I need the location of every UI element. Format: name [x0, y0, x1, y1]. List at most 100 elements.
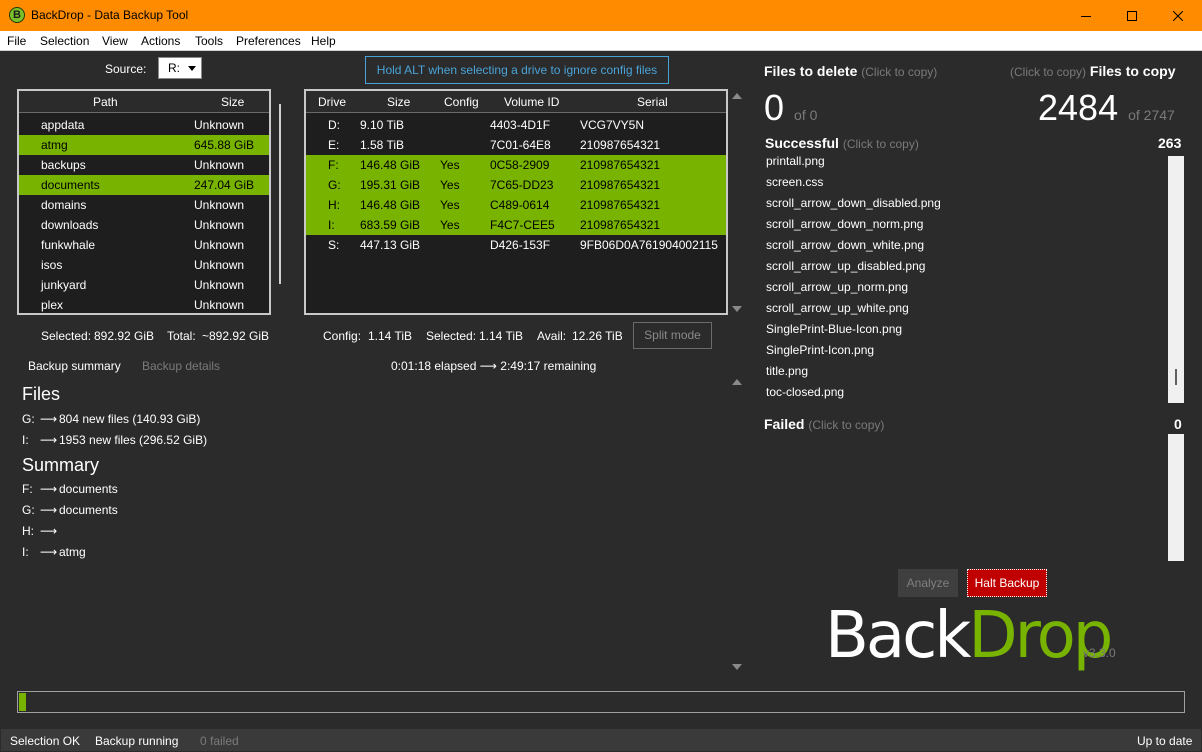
path-row[interactable]: atmg 645.88 GiB: [19, 135, 269, 155]
drive-row[interactable]: D: 9.10 TiB 4403-4D1F VCG7VY5N: [306, 115, 726, 135]
drive-serial-cell: 210987654321: [580, 158, 661, 172]
successful-scrollbar[interactable]: [1168, 156, 1184, 403]
path-row[interactable]: downloads Unknown: [19, 215, 269, 235]
drive-drive-cell: F:: [328, 158, 339, 172]
path-row[interactable]: appdata Unknown: [19, 115, 269, 135]
path-row[interactable]: plex Unknown: [19, 295, 269, 313]
menu-help[interactable]: Help: [311, 34, 336, 48]
tab-backup-details[interactable]: Backup details: [142, 359, 220, 373]
source-dropdown[interactable]: R:: [158, 57, 202, 79]
window-title: BackDrop - Data Backup Tool: [31, 8, 189, 22]
column-header-path[interactable]: Path: [93, 95, 118, 109]
summary-line-text: atmg: [59, 545, 86, 559]
source-label: Source:: [105, 62, 147, 76]
drive-size-cell: 146.48 GiB: [360, 158, 421, 172]
successful-file-item[interactable]: screen.css: [766, 175, 823, 189]
summary-scroll-up-icon[interactable]: [732, 379, 742, 385]
successful-file-item[interactable]: scroll_arrow_up_norm.png: [766, 280, 908, 294]
size-cell: Unknown: [194, 238, 245, 252]
title-bar: B BackDrop - Data Backup Tool: [0, 0, 1202, 31]
backdrop-logo: BackDrop: [825, 599, 1113, 673]
drive-row[interactable]: E: 1.58 TiB 7C01-64E8 210987654321: [306, 135, 726, 155]
path-cell: appdata: [41, 118, 85, 132]
size-cell: Unknown: [194, 298, 245, 312]
column-header-serial[interactable]: Serial: [637, 95, 668, 109]
scroll-up-icon[interactable]: [732, 93, 742, 99]
successful-file-item[interactable]: printall.png: [766, 154, 825, 168]
size-cell: 247.04 GiB: [194, 178, 255, 192]
path-row[interactable]: isos Unknown: [19, 255, 269, 275]
menu-preferences[interactable]: Preferences: [236, 34, 301, 48]
failed-title[interactable]: Failed (Click to copy): [764, 416, 884, 432]
successful-file-item[interactable]: SinglePrint-Blue-Icon.png: [766, 322, 902, 336]
path-row[interactable]: junkyard Unknown: [19, 275, 269, 295]
drive-size-cell: 1.58 TiB: [360, 138, 405, 152]
files-line-text: 804 new files (140.93 GiB): [59, 412, 201, 426]
menu-view[interactable]: View: [102, 34, 128, 48]
successful-file-item[interactable]: scroll_arrow_down_disabled.png: [766, 196, 941, 210]
status-update: Up to date: [1137, 734, 1193, 748]
files-to-delete-label: Files to delete: [764, 63, 858, 79]
drive-drive-cell: I:: [328, 218, 335, 232]
files-line-drive: I:: [22, 433, 29, 447]
menu-selection[interactable]: Selection: [40, 34, 89, 48]
menu-file[interactable]: File: [7, 34, 26, 48]
failed-click-to-copy: (Click to copy): [808, 418, 885, 432]
elapsed-time: 0:01:18 elapsed ⟶ 2:49:17 remaining: [391, 359, 597, 373]
successful-file-item[interactable]: scroll_arrow_up_disabled.png: [766, 259, 925, 273]
drive-row[interactable]: H: 146.48 GiB Yes C489-0614 210987654321: [306, 195, 726, 215]
successful-title[interactable]: Successful (Click to copy): [765, 135, 919, 151]
arrow-icon: ⟶: [40, 503, 58, 517]
copy-click-to-copy: (Click to copy): [1010, 65, 1087, 79]
summary-heading: Summary: [22, 455, 100, 475]
path-row[interactable]: funkwhale Unknown: [19, 235, 269, 255]
path-row[interactable]: domains Unknown: [19, 195, 269, 215]
files-line-drive: G:: [22, 412, 35, 426]
column-header-size[interactable]: Size: [221, 95, 244, 109]
minimize-button[interactable]: [1063, 0, 1109, 31]
scroll-down-icon[interactable]: [732, 306, 742, 312]
drive-config-cell: Yes: [440, 198, 460, 212]
path-cell: documents: [41, 178, 100, 192]
arrow-icon: ⟶: [40, 482, 58, 496]
delete-count: 0 of 0: [764, 87, 817, 129]
successful-file-item[interactable]: title.png: [766, 364, 808, 378]
avail-value: 12.26 TiB: [572, 329, 623, 343]
summary-line-drive: H:: [22, 524, 34, 538]
drive-volume-cell: C489-0614: [490, 198, 550, 212]
successful-scroll-thumb[interactable]: [1175, 369, 1177, 385]
drive-row[interactable]: G: 195.31 GiB Yes 7C65-DD23 210987654321: [306, 175, 726, 195]
drive-size-cell: 146.48 GiB: [360, 198, 421, 212]
maximize-button[interactable]: [1109, 0, 1155, 31]
successful-file-item[interactable]: SinglePrint-Icon.png: [766, 343, 874, 357]
path-row[interactable]: backups Unknown: [19, 155, 269, 175]
drive-row[interactable]: F: 146.48 GiB Yes 0C58-2909 210987654321: [306, 155, 726, 175]
files-to-delete-title[interactable]: Files to delete (Click to copy): [764, 63, 937, 79]
path-cell: plex: [41, 298, 64, 312]
path-table-scrollbar[interactable]: [279, 104, 281, 284]
tab-backup-summary[interactable]: Backup summary: [28, 359, 121, 373]
drive-volume-cell: 7C01-64E8: [490, 138, 551, 152]
column-header-drive[interactable]: Drive: [318, 95, 346, 109]
failed-scrollbar[interactable]: [1168, 434, 1184, 561]
path-row[interactable]: documents 247.04 GiB: [19, 175, 269, 195]
halt-backup-button[interactable]: Halt Backup: [967, 569, 1047, 597]
successful-file-item[interactable]: scroll_arrow_up_white.png: [766, 301, 909, 315]
analyze-button[interactable]: Analyze: [898, 569, 958, 597]
drive-row[interactable]: S: 447.13 GiB D426-153F 9FB06D0A76190400211…: [306, 235, 726, 255]
column-header-size[interactable]: Size: [387, 95, 410, 109]
summary-scroll-down-icon[interactable]: [732, 664, 742, 670]
menu-actions[interactable]: Actions: [141, 34, 180, 48]
successful-file-item[interactable]: scroll_arrow_down_white.png: [766, 238, 924, 252]
drive-row[interactable]: I: 683.59 GiB Yes F4C7-CEE5 210987654321: [306, 215, 726, 235]
successful-file-item[interactable]: toc-closed.png: [766, 385, 844, 399]
close-button[interactable]: [1155, 0, 1201, 31]
split-mode-button[interactable]: Split mode: [633, 322, 712, 349]
files-to-copy-title[interactable]: (Click to copy) Files to copy: [1010, 63, 1175, 79]
drive-table-header: Drive Size Config Volume ID Serial: [306, 91, 726, 113]
column-header-config[interactable]: Config: [444, 95, 479, 109]
arrow-icon: ⟶: [40, 433, 58, 447]
successful-file-item[interactable]: scroll_arrow_down_norm.png: [766, 217, 923, 231]
menu-tools[interactable]: Tools: [195, 34, 223, 48]
column-header-volume-id[interactable]: Volume ID: [504, 95, 559, 109]
